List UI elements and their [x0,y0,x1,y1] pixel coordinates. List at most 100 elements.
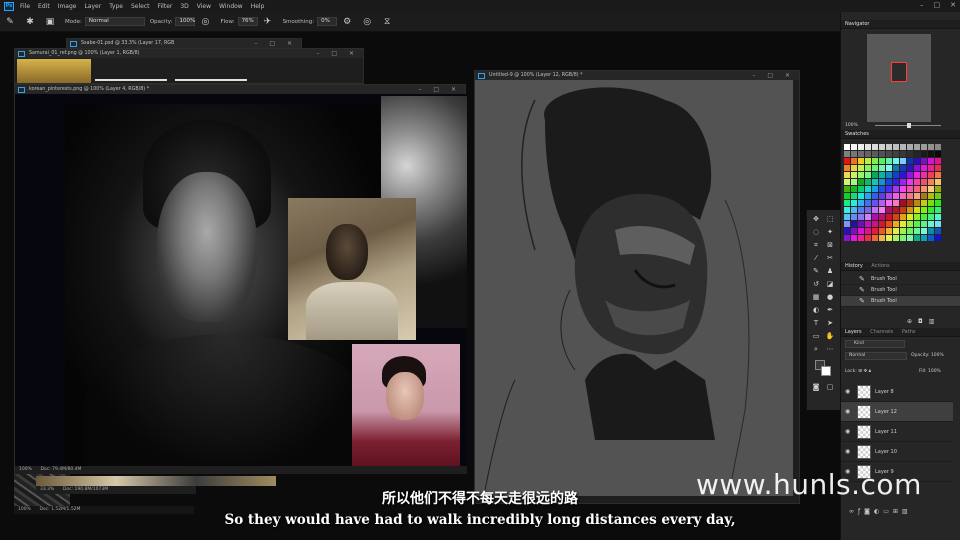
zoom-slider-handle[interactable] [907,123,911,128]
color-swatch[interactable] [907,158,913,164]
color-swatch[interactable] [886,165,892,171]
color-swatch[interactable] [921,207,927,213]
color-swatch[interactable] [935,200,941,206]
color-swatch[interactable] [851,193,857,199]
color-swatch[interactable] [914,158,920,164]
mode-select[interactable]: Normal [84,17,145,26]
color-swatch[interactable] [921,158,927,164]
color-swatch[interactable] [928,193,934,199]
color-swatch[interactable] [879,165,885,171]
swatch-grid[interactable] [844,144,941,241]
color-swatch[interactable] [851,158,857,164]
brush-tool-icon[interactable]: ✎ [5,17,15,27]
color-swatch[interactable] [935,144,941,150]
color-swatch[interactable] [858,221,864,227]
color-swatch[interactable] [914,221,920,227]
color-swatch[interactable] [851,179,857,185]
color-swatch[interactable] [907,193,913,199]
color-swatch[interactable] [928,186,934,192]
menu-filter[interactable]: Filter [158,3,173,10]
document-controls[interactable]: – □ ✕ [418,85,461,94]
color-swatch[interactable] [893,144,899,150]
color-swatch[interactable] [935,214,941,220]
layers-tab[interactable]: Layers [845,329,862,335]
color-swatch[interactable] [914,207,920,213]
document-window-bg2[interactable]: Samurai_01_ref.png @ 100% (Layer 1, RGB/… [14,48,364,84]
color-swatch[interactable] [886,207,892,213]
color-swatch[interactable] [914,186,920,192]
symmetry-icon[interactable]: ⧖ [382,17,392,27]
color-swatch[interactable] [921,179,927,185]
document-tab[interactable]: korean_pinterests.png @ 100% (Layer 4, R… [15,85,465,94]
color-swatch[interactable] [893,200,899,206]
color-swatch[interactable] [872,186,878,192]
color-swatch[interactable] [879,200,885,206]
magic-wand-icon[interactable]: ✦ [825,227,835,237]
navigator-preview[interactable] [867,34,931,122]
color-swatch[interactable] [914,165,920,171]
color-swatch[interactable] [928,158,934,164]
color-swatch[interactable] [879,172,885,178]
color-swatch[interactable] [886,172,892,178]
color-swatch[interactable] [935,186,941,192]
color-swatch[interactable] [879,186,885,192]
color-swatch[interactable] [844,151,850,157]
color-swatch[interactable] [893,186,899,192]
color-swatch[interactable] [844,144,850,150]
color-swatch[interactable] [851,144,857,150]
color-swatch[interactable] [851,151,857,157]
airbrush-icon[interactable]: ✈ [263,17,273,27]
color-swatch[interactable] [893,165,899,171]
color-swatch[interactable] [907,151,913,157]
color-swatch[interactable] [872,207,878,213]
menu-window[interactable]: Window [219,3,243,10]
gradient-icon[interactable]: ▦ [811,292,821,302]
layer-row[interactable]: ◉ Layer 10 [841,442,953,462]
color-swatch[interactable] [914,172,920,178]
document-tab[interactable]: Samurai_01_ref.png @ 100% (Layer 1, RGB/… [15,49,363,58]
background-color-swatch[interactable] [821,366,831,376]
color-swatch[interactable] [907,228,913,234]
color-swatch[interactable] [914,144,920,150]
crop-tool-icon[interactable]: ⌗ [811,240,821,250]
menu-layer[interactable]: Layer [84,3,101,10]
more-tools-icon[interactable]: ⋯ [825,344,835,354]
navigator-view-box[interactable] [891,62,907,82]
color-swatch[interactable] [865,221,871,227]
color-swatch[interactable] [872,214,878,220]
color-swatch[interactable] [886,221,892,227]
brush-settings-icon[interactable]: ▣ [45,17,55,27]
brush-icon[interactable]: ✎ [811,266,821,276]
color-swatch[interactable] [907,179,913,185]
color-swatch[interactable] [928,214,934,220]
menu-3d[interactable]: 3D [180,3,188,10]
menu-view[interactable]: View [197,3,211,10]
color-swatch[interactable] [858,179,864,185]
color-swatch[interactable] [879,228,885,234]
menu-file[interactable]: File [20,3,30,10]
color-swatch[interactable] [879,151,885,157]
color-swatch[interactable] [886,235,892,241]
color-swatch[interactable] [865,193,871,199]
color-swatch[interactable] [851,200,857,206]
color-swatch[interactable] [928,235,934,241]
color-swatch[interactable] [872,179,878,185]
menu-image[interactable]: Image [58,3,77,10]
color-swatch[interactable] [865,207,871,213]
color-swatch[interactable] [844,235,850,241]
smoothing-options-icon[interactable]: ⚙ [342,17,352,27]
pressure-opacity-icon[interactable]: ◎ [200,17,210,27]
color-swatch[interactable] [844,186,850,192]
camera-icon[interactable]: ◘ [918,318,929,325]
layer-row[interactable]: ◉ Layer 11 [841,422,953,442]
color-swatch[interactable] [900,144,906,150]
layer-row-selected[interactable]: ◉ Layer 12 [841,402,953,422]
screen-mode-icon[interactable]: ▢ [825,382,835,392]
color-swatch[interactable] [851,228,857,234]
document-controls[interactable]: – □ ✕ [254,39,297,48]
color-swatch[interactable] [935,228,941,234]
color-swatch[interactable] [914,228,920,234]
color-swatch[interactable] [907,235,913,241]
color-swatch[interactable] [914,193,920,199]
color-swatch[interactable] [921,165,927,171]
